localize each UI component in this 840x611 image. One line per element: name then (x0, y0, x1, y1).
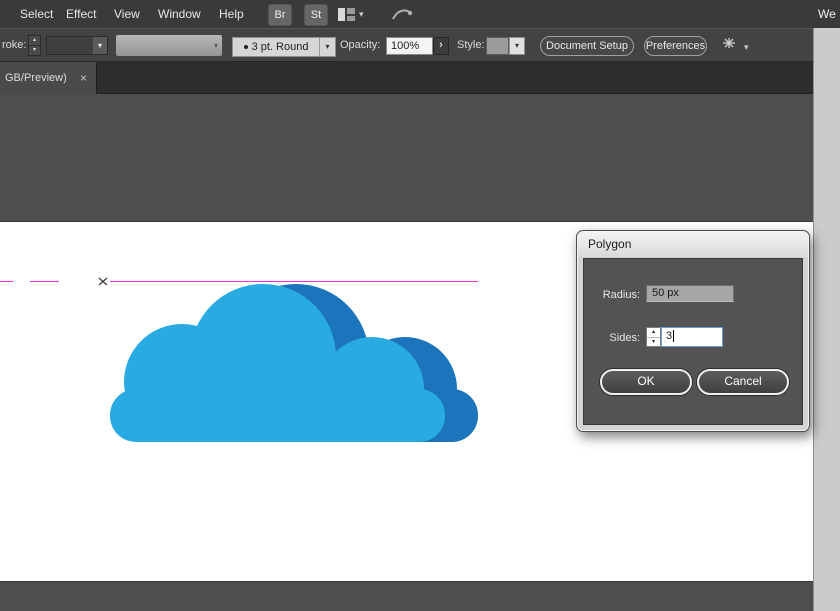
anchor-x-mark (98, 277, 108, 286)
document-tab[interactable]: GB/Preview) × (0, 62, 97, 94)
stroke-weight-combo[interactable]: ▾ (46, 36, 108, 55)
cloud-shape-front[interactable] (110, 284, 445, 442)
align-options-icon[interactable] (718, 37, 740, 56)
sides-value: 3 (666, 330, 673, 342)
brush-definition-value: 3 pt. Round (251, 41, 309, 53)
close-tab-icon[interactable]: × (80, 62, 87, 94)
illustrator-window: Select Effect View Window Help Br St ▾ W… (0, 0, 840, 611)
arrange-documents-icon[interactable] (338, 8, 355, 21)
ok-button[interactable]: OK (600, 369, 692, 395)
stock-icon[interactable]: St (304, 4, 328, 26)
polygon-dialog: Polygon Radius: 50 px Sides: ▴ ▾ 3 OK Ca… (576, 230, 810, 432)
menu-window[interactable]: Window (156, 0, 203, 28)
right-scrollbar-strip[interactable] (813, 28, 840, 611)
stroke-label: roke: (2, 39, 27, 51)
sides-stepper[interactable]: ▴ ▾ (646, 327, 661, 347)
workspace-label[interactable]: We (818, 0, 840, 28)
dropdown-icon: ▾ (213, 41, 218, 50)
opacity-value: 100% (391, 40, 420, 52)
style-swatch[interactable] (486, 37, 509, 55)
bridge-icon[interactable]: Br (268, 4, 292, 26)
dropdown-icon[interactable]: ▾ (319, 38, 335, 56)
text-caret (673, 330, 675, 343)
brush-preview-dot (243, 45, 248, 50)
menu-view[interactable]: View (112, 0, 142, 28)
document-setup-button[interactable]: Document Setup (540, 36, 634, 56)
variable-width-profile-dropdown[interactable]: ▾ (116, 35, 222, 56)
document-tab-bar: GB/Preview) × (0, 62, 813, 94)
dialog-title: Polygon (588, 237, 632, 251)
menu-help[interactable]: Help (217, 0, 246, 28)
sides-input[interactable]: 3 (661, 327, 723, 347)
dialog-body: Radius: 50 px Sides: ▴ ▾ 3 OK Cancel (583, 258, 803, 425)
opacity-label: Opacity: (340, 39, 381, 51)
cancel-button[interactable]: Cancel (697, 369, 789, 395)
gesture-tool-icon[interactable] (390, 6, 414, 25)
align-dropdown-icon[interactable]: ▾ (744, 43, 749, 52)
brush-definition-combo[interactable]: 3 pt. Round ▾ (232, 37, 336, 57)
style-dropdown-icon[interactable]: ▾ (509, 37, 525, 55)
arrange-dropdown-icon[interactable]: ▾ (359, 10, 364, 19)
preferences-button[interactable]: Preferences (644, 36, 707, 56)
stepper-down-icon[interactable]: ▾ (29, 46, 40, 55)
stroke-weight-value[interactable] (47, 37, 93, 54)
control-bar: roke: ▴ ▾ ▾ ▾ 3 pt. Round ▾ Opacity: 100… (0, 28, 813, 62)
menu-effect[interactable]: Effect (64, 0, 98, 28)
sides-label: Sides: (609, 332, 640, 344)
opacity-input[interactable]: 100% (386, 37, 433, 55)
stepper-up-icon[interactable]: ▴ (647, 328, 660, 338)
stepper-up-icon[interactable]: ▴ (29, 36, 40, 46)
document-tab-label: GB/Preview) (5, 72, 67, 84)
menu-bar: Select Effect View Window Help Br St ▾ W… (0, 0, 840, 28)
dialog-titlebar[interactable]: Polygon (578, 232, 808, 257)
style-label: Style: (457, 39, 485, 51)
stroke-weight-stepper[interactable]: ▴ ▾ (28, 35, 41, 56)
dropdown-icon[interactable]: ▾ (93, 37, 107, 54)
stepper-down-icon[interactable]: ▾ (647, 338, 660, 347)
menu-select[interactable]: Select (18, 0, 55, 28)
radius-input[interactable]: 50 px (646, 285, 734, 302)
radius-label: Radius: (602, 289, 640, 301)
radius-value: 50 px (652, 287, 679, 299)
opacity-panel-arrow-icon[interactable]: › (433, 37, 449, 55)
